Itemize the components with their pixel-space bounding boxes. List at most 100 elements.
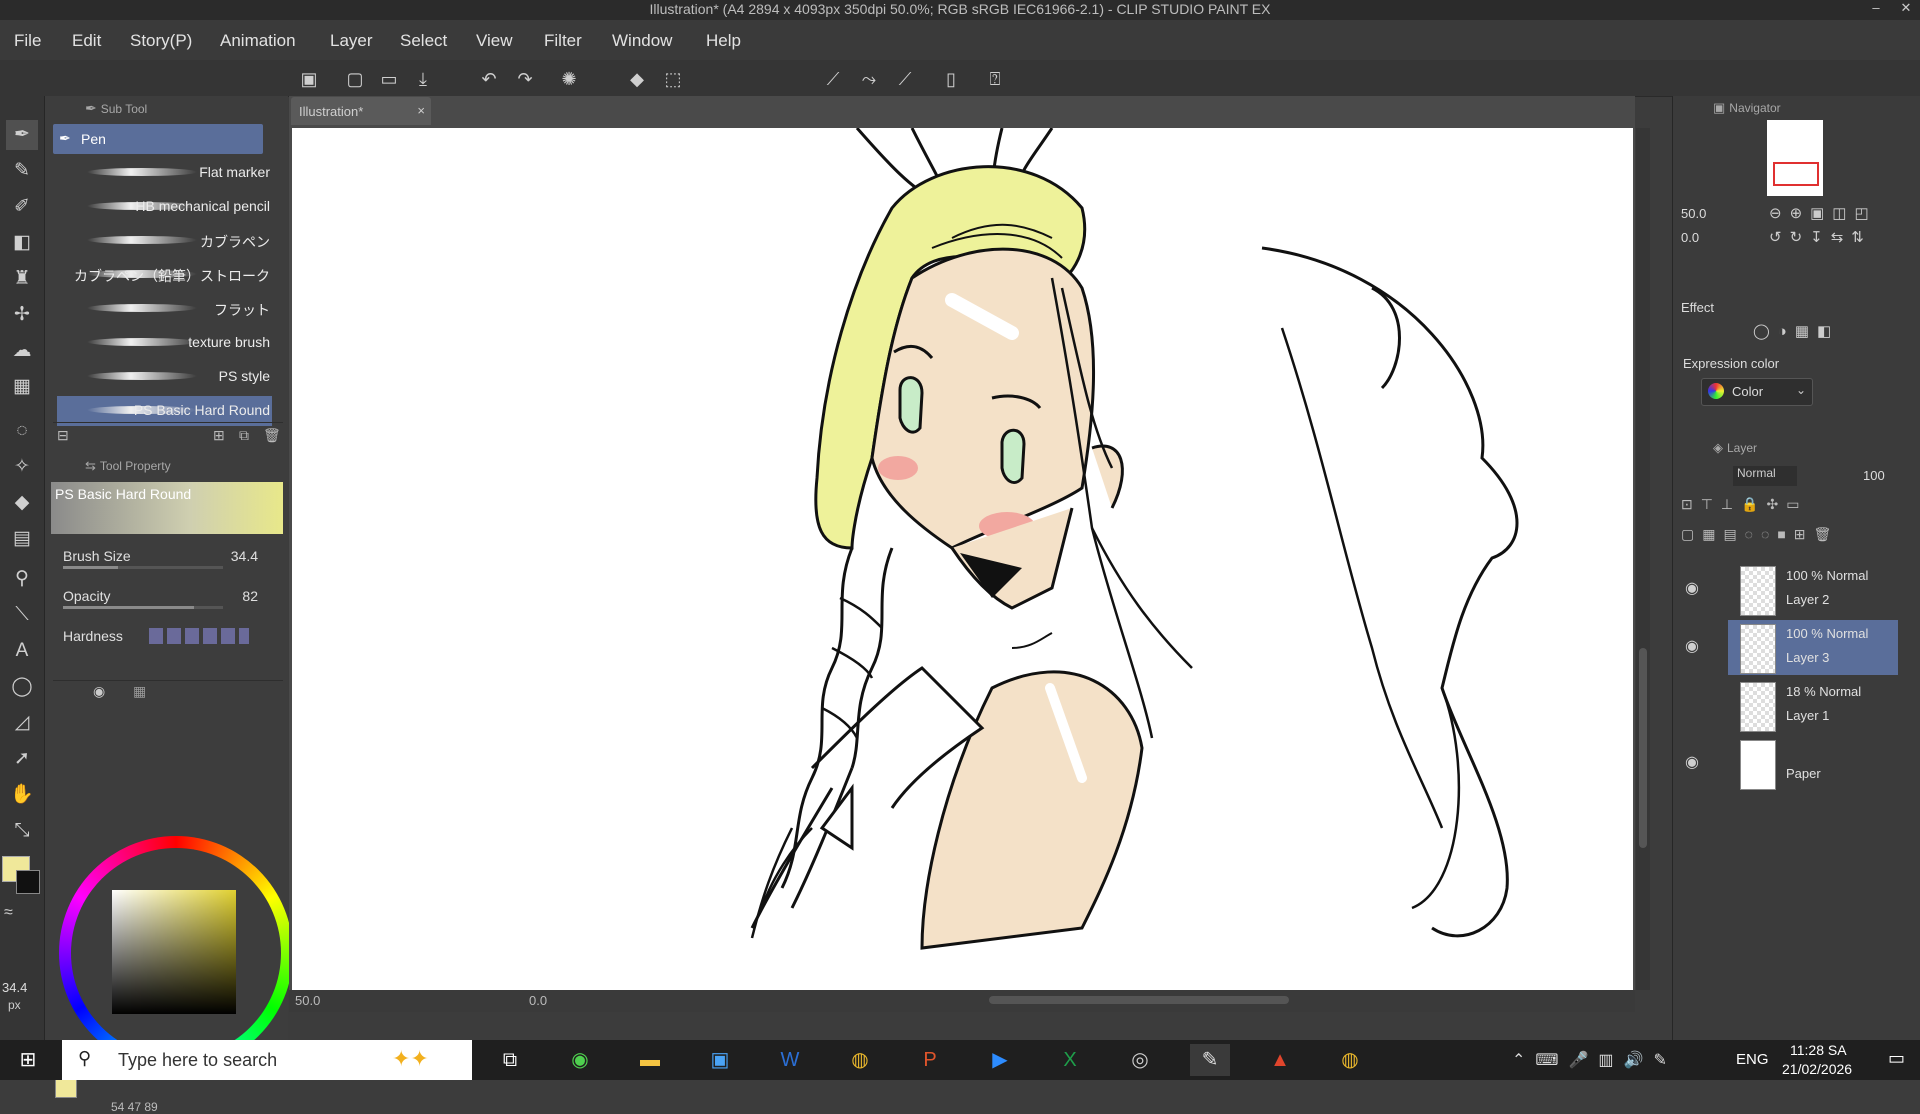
layer-visibility-icon[interactable] — [1681, 694, 1703, 716]
gradient-tool-icon[interactable]: ▤ — [6, 524, 38, 554]
fill-tool-icon[interactable]: ◆ — [6, 488, 38, 518]
settings-icon[interactable]: ✺ — [556, 68, 582, 90]
brush-tool-icon[interactable]: ✐ — [6, 192, 38, 222]
navigator-zoom-value[interactable]: 50.0 — [1681, 206, 1706, 221]
excel-icon[interactable]: X — [1050, 1044, 1090, 1076]
layer-row[interactable]: 100 % Normal Layer 3 — [1728, 620, 1898, 675]
system-tray-icons[interactable]: ⌃⌨🎤▥🔊✎ — [1512, 1050, 1677, 1070]
blend-mode-dropdown[interactable]: Normal — [1733, 466, 1797, 486]
chrome-icon[interactable]: ◍ — [840, 1044, 880, 1076]
decoration-tool-icon[interactable]: ✢ — [6, 300, 38, 330]
document-tab[interactable]: Illustration* × — [291, 97, 431, 125]
close-tab-icon[interactable]: × — [417, 103, 425, 118]
chrome-icon-2[interactable]: ◍ — [1330, 1044, 1370, 1076]
layer-opacity-value[interactable]: 100 — [1863, 468, 1885, 483]
figure-tool-icon[interactable]: ⟍ — [6, 600, 38, 630]
layer-row[interactable]: 18 % Normal Layer 1 — [1728, 678, 1898, 733]
opacity-row[interactable]: Opacity 82 — [63, 584, 278, 610]
save-icon[interactable]: ⤓ — [410, 68, 436, 90]
transform-icon[interactable]: ⬚ — [660, 68, 686, 90]
color-set-tab-icon[interactable]: ▦ — [133, 683, 146, 700]
canvas-horizontal-scrollbar[interactable] — [989, 996, 1289, 1004]
menu-layer[interactable]: Layer — [330, 31, 373, 51]
layer-visibility-icon[interactable]: ◉ — [1681, 752, 1703, 774]
layer-row[interactable]: Paper — [1728, 736, 1898, 791]
curve-tool-icon[interactable]: ⤳ — [856, 68, 882, 90]
menu-help[interactable]: Help — [706, 31, 741, 51]
new-file-icon[interactable]: ▢ — [342, 68, 368, 90]
layer-row[interactable]: 100 % Normal Layer 2 — [1728, 562, 1898, 617]
color-wheel-tab-icon[interactable]: ◉ — [93, 683, 105, 700]
powerpoint-icon[interactable]: P — [910, 1044, 950, 1076]
undo-icon[interactable]: ↶ — [476, 68, 502, 90]
opacity-value[interactable]: 82 — [242, 588, 258, 604]
navigator-zoom-buttons[interactable]: ⊖⊕▣◫◰ — [1769, 204, 1877, 222]
layer-visibility-icon[interactable]: ◉ — [1681, 578, 1703, 600]
zoom-app-icon[interactable]: ▶ — [980, 1044, 1020, 1076]
task-view-icon[interactable]: ⧉ — [490, 1044, 530, 1076]
hardness-row[interactable]: Hardness — [63, 624, 278, 650]
zoom-tool-icon[interactable]: ⚲ — [6, 564, 38, 594]
menu-file[interactable]: File — [14, 31, 41, 51]
hand-tool-icon[interactable]: ✋ — [6, 780, 38, 810]
file-explorer-icon[interactable]: ▬ — [630, 1044, 670, 1076]
brush-item[interactable]: texture brush — [57, 328, 272, 358]
sub-tool-selected[interactable]: ✒ Pen — [53, 124, 263, 154]
menu-filter[interactable]: Filter — [544, 31, 582, 51]
brush-size-value[interactable]: 34.4 — [231, 548, 258, 564]
menu-select[interactable]: Select — [400, 31, 447, 51]
menu-window[interactable]: Window — [612, 31, 672, 51]
help-icon[interactable]: ⍰ — [982, 68, 1008, 90]
transparent-color-icon[interactable]: ≈ — [4, 904, 13, 922]
navigator-angle-value[interactable]: 0.0 — [1681, 230, 1699, 245]
brush-item[interactable]: カブラペン — [57, 226, 272, 256]
canvas-zoom-value[interactable]: 50.0 — [295, 993, 320, 1008]
delete-sub-tool-icon[interactable]: 🗑 — [263, 427, 281, 444]
redo-icon[interactable]: ↷ — [512, 68, 538, 90]
app-icon-green[interactable]: ◉ — [560, 1044, 600, 1076]
color-wheel[interactable] — [59, 836, 293, 1070]
clip-studio-icon[interactable]: ▣ — [296, 68, 322, 90]
fill-icon[interactable]: ◆ — [624, 68, 650, 90]
store-icon[interactable]: ▣ — [700, 1044, 740, 1076]
minimize-icon[interactable]: – — [1862, 0, 1890, 20]
input-language[interactable]: ENG — [1736, 1051, 1769, 1068]
canvas-angle-value[interactable]: 0.0 — [529, 993, 547, 1008]
ruler-tool-icon[interactable]: ◿ — [6, 708, 38, 738]
effect-buttons[interactable]: ◯◑▦◧ — [1753, 322, 1839, 340]
clock-time[interactable]: 11:28 SA — [1790, 1042, 1847, 1058]
sub-tool-menu-icon[interactable]: ⊟ — [57, 427, 69, 444]
eraser-tool-icon[interactable]: ◧ — [6, 228, 38, 258]
layer-visibility-icon[interactable]: ◉ — [1681, 636, 1703, 658]
clock-date[interactable]: 21/02/2026 — [1782, 1061, 1852, 1077]
operation-tool-icon[interactable]: ➚ — [6, 744, 38, 774]
device-icon[interactable]: ▯ — [938, 68, 964, 90]
text-tool-icon[interactable]: A — [6, 636, 38, 666]
menu-edit[interactable]: Edit — [72, 31, 101, 51]
brush-item[interactable]: PS style — [57, 362, 272, 392]
saturation-value-square[interactable] — [112, 890, 236, 1014]
ruler-icon[interactable]: ⟋ — [892, 68, 918, 90]
brush-size-row[interactable]: Brush Size 34.4 — [63, 544, 278, 570]
menu-story[interactable]: Story(P) — [130, 31, 192, 51]
copy-sub-tool-icon[interactable]: ⧉ — [239, 427, 249, 444]
canvas-vertical-scrollbar[interactable] — [1636, 128, 1650, 990]
app-icon-red[interactable]: ▲ — [1260, 1044, 1300, 1076]
auto-select-icon[interactable]: ✧ — [6, 452, 38, 482]
brush-item[interactable]: カブラペン（鉛筆）ストローク — [57, 260, 272, 290]
expression-color-dropdown[interactable]: Color ⌄ — [1701, 378, 1813, 406]
add-sub-tool-icon[interactable]: ⊞ — [213, 427, 225, 444]
pen-tool-icon[interactable]: ✒ — [6, 120, 38, 150]
sub-color-chip[interactable] — [16, 870, 40, 894]
brush-item[interactable]: Flat marker — [57, 158, 272, 188]
word-icon[interactable]: W — [770, 1044, 810, 1076]
navigator-preview[interactable] — [1767, 120, 1823, 196]
hardness-selector[interactable] — [149, 628, 249, 644]
airbrush-tool-icon[interactable]: ♜ — [6, 264, 38, 294]
open-folder-icon[interactable]: ▭ — [376, 68, 402, 90]
frame-tool-icon[interactable]: ▦ — [6, 372, 38, 402]
notification-icon[interactable]: ▭ — [1888, 1048, 1905, 1069]
eyedropper-tool-icon[interactable]: ⤡ — [6, 816, 38, 846]
layer-lock-buttons[interactable]: ⊡⊤⊥🔒✣▭ — [1681, 496, 1808, 513]
drawing-canvas[interactable] — [292, 128, 1633, 990]
